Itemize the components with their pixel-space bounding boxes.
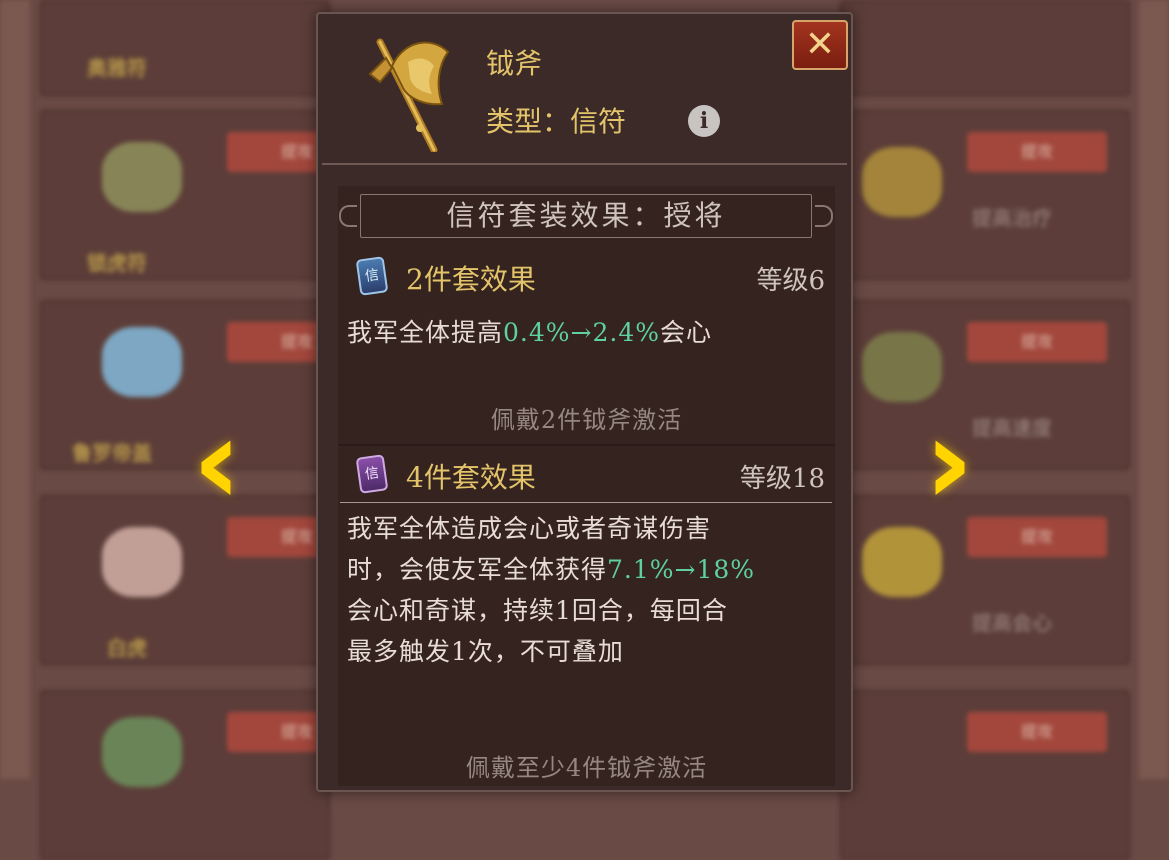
close-button[interactable]: ✕ bbox=[792, 20, 848, 70]
frame-ornament-right bbox=[815, 205, 833, 227]
chevron-right-icon[interactable]: › bbox=[918, 403, 980, 523]
background-card: 提攻 白虎 bbox=[40, 495, 367, 665]
set-title-frame: 信符套装效果：授将 bbox=[339, 194, 833, 238]
background-card-text: 提高速度 bbox=[972, 416, 1052, 440]
background-card-name: 鲁罗帝盖 bbox=[72, 441, 152, 465]
header-divider bbox=[322, 163, 847, 165]
background-left-column: 奥雅符 提攻 锁虎符 提攻 鲁罗帝盖 提攻 白虎 提攻 bbox=[0, 0, 367, 860]
battle-axe-icon bbox=[368, 38, 450, 152]
background-card-name: 白虎 bbox=[107, 636, 147, 660]
item-detail-dialog: ✕ 钺斧 类型：信符 i 信符套装效果：授将 信 2件套效果 等级6 我军全体提… bbox=[316, 12, 853, 792]
chevron-left-icon[interactable]: ‹ bbox=[186, 403, 248, 523]
background-card: 提攻 提高会心 bbox=[840, 495, 1130, 665]
talisman-purple-icon: 信 bbox=[355, 454, 389, 494]
close-icon: ✕ bbox=[804, 24, 836, 65]
background-card: 提攻 锁虎符 bbox=[40, 110, 367, 280]
background-card-text: 提高治疗 bbox=[972, 206, 1052, 230]
item-name: 钺斧 bbox=[486, 47, 543, 80]
background-card-thumbnail bbox=[102, 142, 182, 212]
background-card: 提攻 bbox=[840, 690, 1130, 860]
background-card-name: 奥雅符 bbox=[87, 56, 147, 80]
background-card: 提攻 提高速度 bbox=[840, 300, 1130, 470]
talisman-blue-icon: 信 bbox=[355, 256, 389, 296]
effect-4pc-divider bbox=[340, 502, 832, 503]
background-card-tag: 提攻 bbox=[967, 517, 1107, 557]
item-type: 类型：信符 bbox=[486, 105, 627, 138]
background-card-tag: 提攻 bbox=[967, 322, 1107, 362]
background-card-name: 锁虎符 bbox=[87, 251, 147, 275]
background-card-thumbnail bbox=[862, 527, 942, 597]
section-separator bbox=[338, 444, 835, 446]
background-card: 提攻 提高治疗 bbox=[840, 110, 1130, 280]
set-title: 信符套装效果：授将 bbox=[446, 199, 726, 232]
background-edge bbox=[1139, 0, 1169, 779]
background-card-thumbnail bbox=[102, 717, 182, 787]
effect-4pc-title: 4件套效果 bbox=[406, 461, 536, 494]
background-card-tag: 提攻 bbox=[967, 132, 1107, 172]
background-card-thumbnail bbox=[862, 332, 942, 402]
effect-2pc-level: 等级6 bbox=[756, 266, 825, 296]
effect-2pc-description: 我军全体提高0.4%→2.4%会心 bbox=[347, 318, 713, 347]
background-card-thumbnail bbox=[102, 327, 182, 397]
background-card-text: 提高会心 bbox=[972, 611, 1052, 635]
effect-4pc-hint: 佩戴至少4件钺斧激活 bbox=[465, 754, 708, 782]
background-card: 提攻 bbox=[40, 690, 367, 860]
effect-4pc-level: 等级18 bbox=[739, 464, 825, 494]
background-edge bbox=[0, 0, 30, 779]
background-card-thumbnail bbox=[102, 527, 182, 597]
effect-2pc-hint: 佩戴2件钺斧激活 bbox=[490, 406, 683, 434]
info-icon[interactable]: i bbox=[688, 105, 720, 137]
background-card: 提攻 鲁罗帝盖 bbox=[40, 300, 367, 470]
background-right-column: 提攻 提高治疗 提攻 提高速度 提攻 提高会心 提攻 bbox=[840, 0, 1169, 860]
background-card: 奥雅符 bbox=[40, 0, 330, 96]
effect-2pc-title: 2件套效果 bbox=[406, 263, 536, 296]
background-card-thumbnail bbox=[862, 147, 942, 217]
frame-ornament-left bbox=[339, 205, 357, 227]
effect-4pc-description: 我军全体造成会心或者奇谋伤害 时，会使友军全体获得7.1%→18% 会心和奇谋，… bbox=[347, 514, 756, 666]
background-card-tag: 提攻 bbox=[967, 712, 1107, 752]
background-card bbox=[840, 0, 1130, 96]
